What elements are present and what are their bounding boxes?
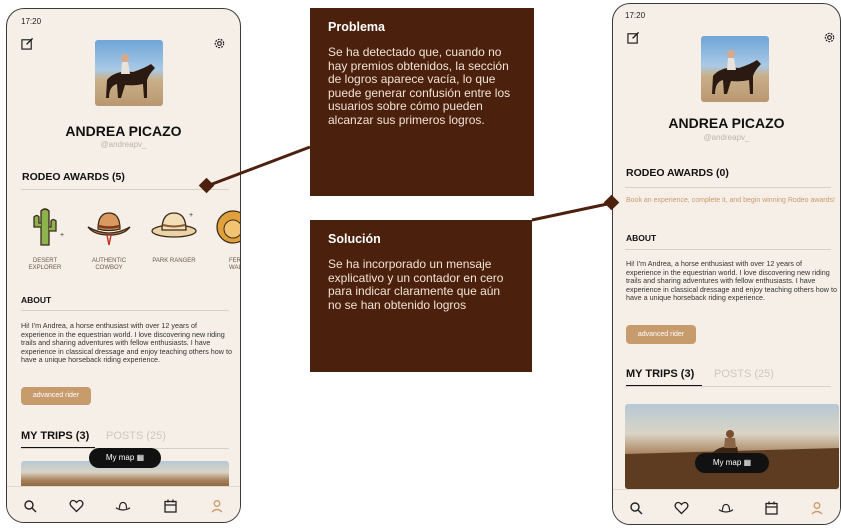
solution-text: Se ha incorporado un mensaje explicativo… bbox=[328, 257, 504, 312]
solution-note: Solución Se ha incorporado un mensaje ex… bbox=[310, 220, 532, 372]
problem-text: Se ha detectado que, cuando no hay premi… bbox=[328, 45, 511, 127]
solution-title: Solución bbox=[328, 232, 381, 246]
connector-marker bbox=[198, 177, 215, 194]
problem-note: Problema Se ha detectado que, cuando no … bbox=[310, 8, 534, 196]
connector-marker bbox=[603, 194, 620, 211]
comparison-stage: 17:20 ANDREA PICAZO @andreapv_ RODEO AWA… bbox=[0, 0, 841, 529]
problem-title: Problema bbox=[328, 20, 385, 34]
